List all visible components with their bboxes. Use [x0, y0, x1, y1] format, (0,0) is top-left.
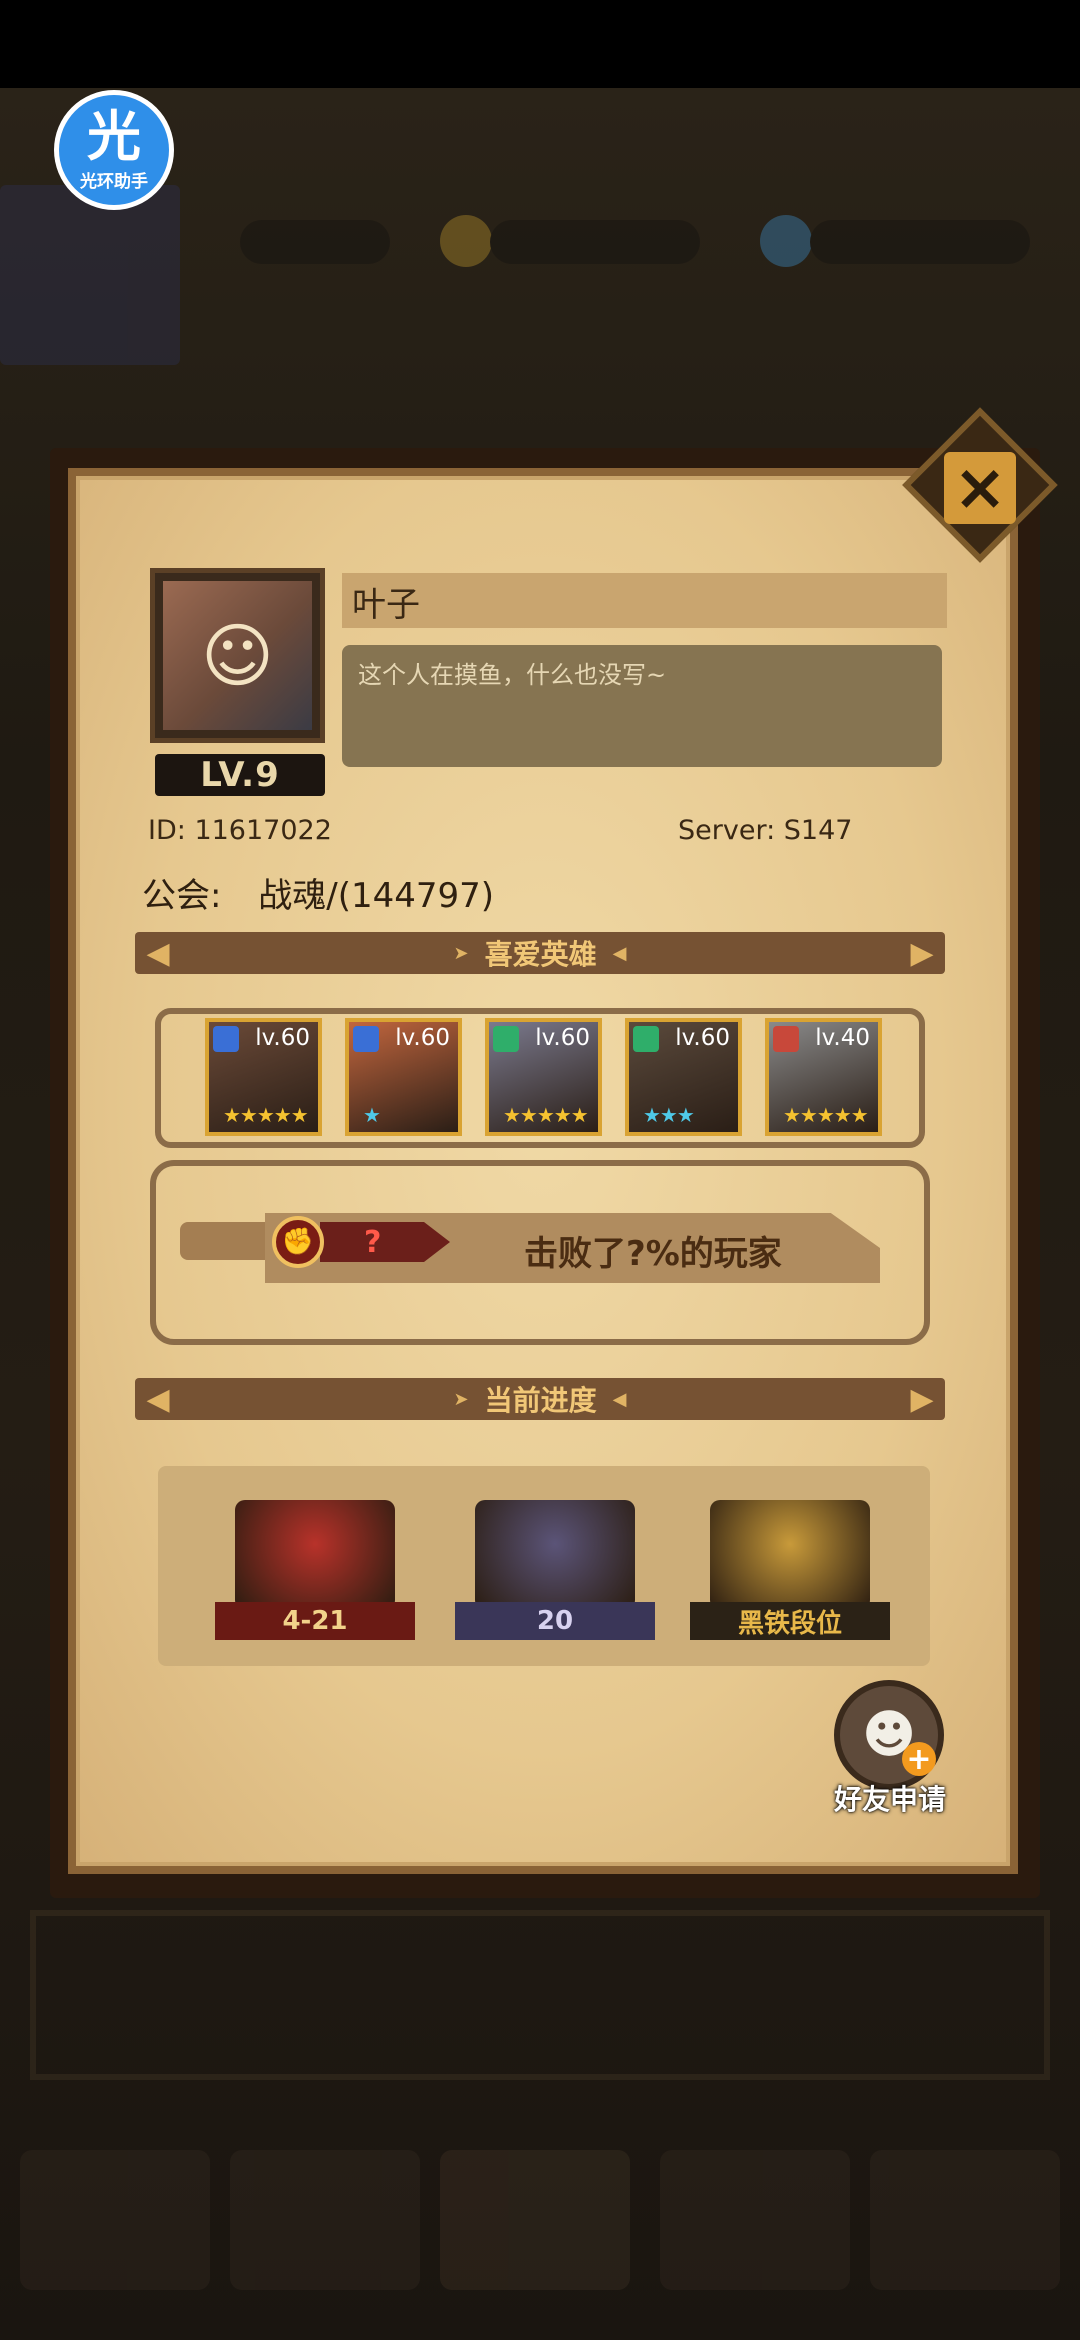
server-value: S147 — [783, 815, 853, 846]
fist-icon: ✊ — [272, 1216, 324, 1268]
hero-level: lv.60 — [395, 1025, 450, 1051]
progress-emblem-icon — [475, 1500, 635, 1610]
section-scroll-left-icon: ◀ — [146, 935, 170, 971]
helper-label: 光环助手 — [80, 171, 148, 192]
section-favorite-heroes: ◀ ➤ 喜爱英雄 ◀ ▶ — [135, 932, 945, 974]
hero-stars: ★★★★★ — [223, 1103, 309, 1127]
background-coin-icon — [440, 215, 492, 267]
status-bar — [0, 0, 1080, 88]
friend-request-button[interactable]: ☻ + 好友申请 — [820, 1680, 960, 1820]
section-arrow-icon: ➤ — [453, 1388, 469, 1410]
hero-card[interactable]: lv.40 ★★★★★ — [765, 1018, 882, 1136]
background-nav-item — [660, 2150, 850, 2290]
player-server: Server: S147 — [678, 815, 852, 846]
section-scroll-left-icon: ◀ — [146, 1381, 170, 1417]
section-title: 喜爱英雄 — [484, 938, 597, 971]
background-gem-icon — [760, 215, 812, 267]
hero-card[interactable]: lv.60 ★★★★★ — [205, 1018, 322, 1136]
hero-stars: ★★★★★ — [503, 1103, 589, 1127]
progress-label: 20 — [455, 1602, 655, 1640]
hero-stars: ★★★★★ — [783, 1103, 869, 1127]
section-arrow-icon: ➤ — [453, 942, 469, 964]
hero-class-icon — [493, 1026, 519, 1052]
plus-icon: + — [902, 1742, 936, 1777]
section-title: 当前进度 — [484, 1384, 597, 1417]
background-nav — [0, 2150, 1080, 2290]
player-id: ID: 11617022 — [148, 815, 332, 846]
section-arrow-icon: ◀ — [612, 1388, 627, 1410]
progress-badge[interactable]: 20 — [455, 1500, 655, 1640]
avatar-image: ☺ — [163, 581, 312, 730]
id-value: 11617022 — [194, 815, 332, 846]
helper-glyph: 光 — [87, 104, 141, 168]
hero-level: lv.60 — [675, 1025, 730, 1051]
hero-stars: ★★★ — [643, 1103, 695, 1127]
background-hud — [0, 175, 1080, 375]
progress-label: 黑铁段位 — [690, 1602, 890, 1640]
guild-value: 战魂/(144797) — [258, 876, 495, 916]
hero-level: lv.60 — [255, 1025, 310, 1051]
background-nav-item — [440, 2150, 630, 2290]
helper-app-button[interactable]: 光 光环助手 — [54, 90, 174, 210]
background-nav-item — [20, 2150, 210, 2290]
progress-badge[interactable]: 黑铁段位 — [690, 1500, 890, 1640]
background-avatar — [0, 185, 180, 365]
section-current-progress: ◀ ➤ 当前进度 ◀ ▶ — [135, 1378, 945, 1420]
player-name: 叶子 — [342, 573, 947, 628]
hero-class-icon — [213, 1026, 239, 1052]
defeat-text: 击败了?%的玩家 — [524, 1234, 782, 1274]
hero-class-icon — [353, 1026, 379, 1052]
hero-level: lv.40 — [815, 1025, 870, 1051]
player-level: LV.9 — [155, 754, 325, 796]
defeat-value: ? — [320, 1222, 450, 1262]
hero-class-icon — [773, 1026, 799, 1052]
progress-emblem-icon — [710, 1500, 870, 1610]
hero-card[interactable]: lv.60 ★★★★★ — [485, 1018, 602, 1136]
background-bar — [240, 220, 390, 264]
hero-card[interactable]: lv.60 ★ — [345, 1018, 462, 1136]
progress-label: 4-21 — [215, 1602, 415, 1640]
server-label: Server: — [678, 815, 776, 846]
background-bar — [490, 220, 700, 264]
background-nav-item — [230, 2150, 420, 2290]
close-button[interactable]: × — [944, 451, 1016, 525]
section-scroll-right-icon: ▶ — [910, 1381, 934, 1417]
id-label: ID: — [148, 815, 186, 846]
player-avatar[interactable]: ☺ — [150, 568, 325, 743]
section-arrow-icon: ◀ — [612, 942, 627, 964]
section-scroll-right-icon: ▶ — [910, 935, 934, 971]
hero-level: lv.60 — [535, 1025, 590, 1051]
helper-logo: 光 光环助手 — [59, 95, 169, 205]
background-panel — [30, 1910, 1050, 2080]
hero-card[interactable]: lv.60 ★★★ — [625, 1018, 742, 1136]
hero-class-icon — [633, 1026, 659, 1052]
background-nav-item — [870, 2150, 1060, 2290]
friend-request-label: 好友申请 — [833, 1783, 946, 1816]
sword-hilt — [180, 1222, 275, 1260]
guild-label: 公会: — [142, 876, 222, 916]
player-guild: 公会: 战魂/(144797) — [142, 868, 494, 917]
player-description: 这个人在摸鱼，什么也没写~ — [342, 645, 942, 767]
hero-stars: ★ — [363, 1103, 381, 1127]
background-bar — [810, 220, 1030, 264]
progress-badge[interactable]: 4-21 — [215, 1500, 415, 1640]
progress-emblem-icon — [235, 1500, 395, 1610]
